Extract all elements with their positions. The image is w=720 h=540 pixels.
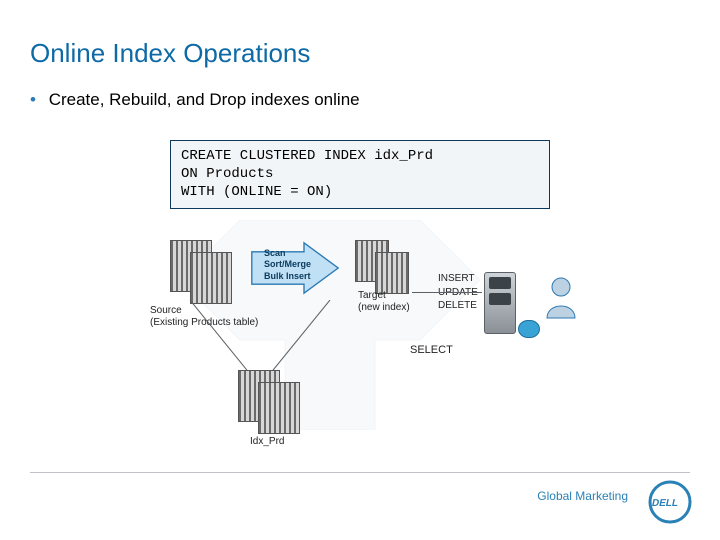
diagram-stage: Scan Sort/Merge Bulk Insert Source (Exis…: [140, 210, 610, 440]
brand-logo: DELL: [648, 480, 692, 524]
result-table-icon: [238, 370, 300, 434]
result-caption: Idx_Prd: [250, 436, 284, 448]
footer-divider: [30, 472, 690, 473]
source-table-icon: [170, 240, 232, 304]
user-icon: [544, 276, 578, 320]
svg-text:DELL: DELL: [651, 498, 679, 509]
target-caption: Target (new index): [358, 290, 410, 314]
process-arrow: Scan Sort/Merge Bulk Insert: [250, 240, 340, 296]
database-disk-icon: [518, 320, 540, 338]
footer-text: Global Marketing: [537, 489, 628, 503]
bullet-text: Create, Rebuild, and Drop indexes online: [49, 90, 360, 109]
process-arrow-text: Scan Sort/Merge Bulk Insert: [264, 248, 311, 282]
bullet-marker: •: [30, 90, 36, 109]
connector-line: [412, 292, 482, 293]
bullet-line: • Create, Rebuild, and Drop indexes onli…: [30, 90, 360, 110]
page-title: Online Index Operations: [30, 38, 310, 69]
sql-code-box: CREATE CLUSTERED INDEX idx_Prd ON Produc…: [170, 140, 550, 209]
server-icon: [484, 272, 516, 334]
select-text: SELECT: [410, 344, 453, 356]
